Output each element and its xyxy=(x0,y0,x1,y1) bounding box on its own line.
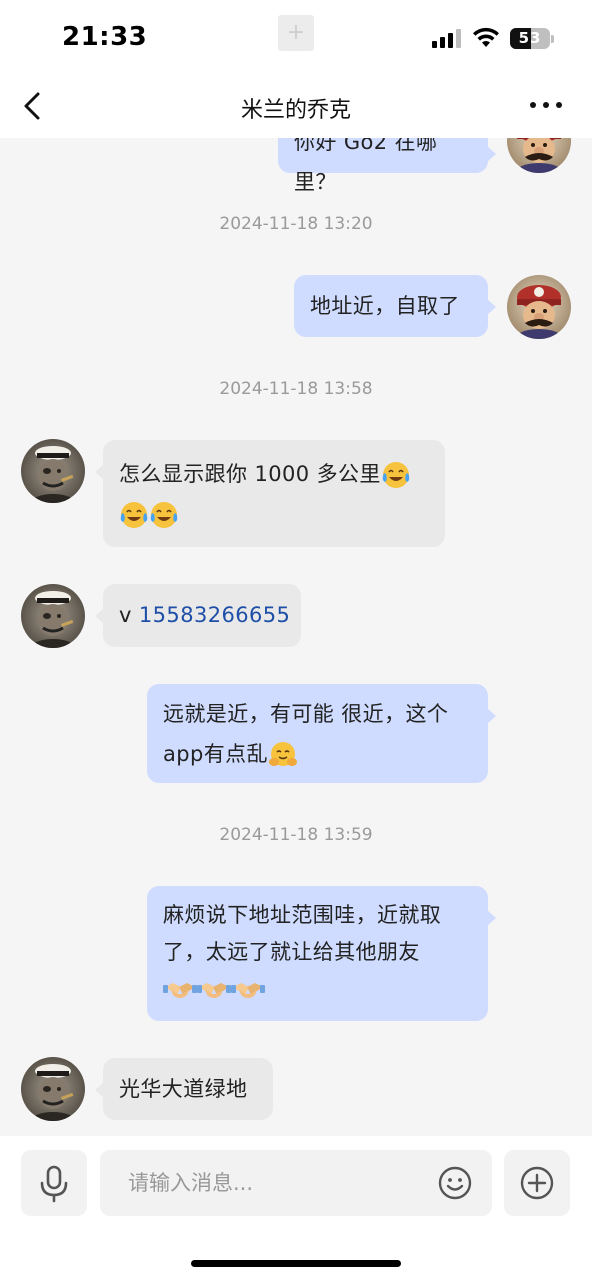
message-text: 远就是近，有可能 很近，这个 xyxy=(163,702,449,726)
message-bubble[interactable]: 远就是近，有可能 很近，这个 app有点乱 xyxy=(147,684,496,783)
self-avatar[interactable] xyxy=(507,138,571,173)
message-bubble[interactable]: 光华大道绿地 xyxy=(95,1058,273,1120)
crying-laughing-emoji-icon xyxy=(119,500,149,530)
wifi-icon xyxy=(473,27,499,47)
handshake-emoji-icon xyxy=(197,975,231,1005)
message-text: 地址近，自取了 xyxy=(310,294,460,318)
home-indicator xyxy=(191,1260,401,1267)
input-bar xyxy=(0,1136,592,1280)
chat-scroll-area[interactable]: 你好 Go2 在哪里？ 2024-11-18 13:20 地址近，自取了 202… xyxy=(0,138,592,1136)
contact-avatar[interactable] xyxy=(21,584,85,648)
battery-cap xyxy=(551,35,554,43)
message-timestamp: 2024-11-18 13:58 xyxy=(219,379,373,399)
message-bubble[interactable]: 怎么显示跟你 1000 多公里 xyxy=(95,440,445,547)
more-dots-icon[interactable] xyxy=(526,92,566,116)
battery-percent: 53 xyxy=(518,29,542,47)
battery-icon: 53 xyxy=(510,28,550,49)
message-text: 光华大道绿地 xyxy=(119,1077,248,1101)
add-attachment-button[interactable] xyxy=(504,1150,570,1216)
message-bubble[interactable]: 麻烦说下地址范围哇，近就取 了，太远了就让给其他朋友 xyxy=(147,886,496,1021)
chat-header: 米兰的乔克 xyxy=(0,78,592,138)
message-text: 了，太远了就让给其他朋友 xyxy=(163,940,420,964)
status-time: 21:33 xyxy=(62,22,148,52)
floating-plus-icon[interactable]: + xyxy=(278,15,314,51)
microphone-icon xyxy=(40,1165,68,1203)
message-text: 怎么显示跟你 1000 多公里 xyxy=(119,462,381,486)
message-text: 麻烦说下地址范围哇，近就取 xyxy=(163,903,442,927)
crying-laughing-emoji-icon xyxy=(149,500,179,530)
message-timestamp: 2024-11-18 13:20 xyxy=(219,214,373,234)
message-bubble[interactable]: 地址近，自取了 xyxy=(294,275,496,337)
status-bar: 21:33 + 53 xyxy=(0,0,592,78)
message-timestamp: 2024-11-18 13:59 xyxy=(219,825,373,845)
contact-avatar[interactable] xyxy=(21,439,85,503)
cellular-signal-icon xyxy=(432,28,462,48)
handshake-emoji-icon xyxy=(231,975,265,1005)
message-text: app有点乱 xyxy=(163,742,268,766)
phone-number-link[interactable]: 15583266655 xyxy=(139,603,290,627)
self-avatar[interactable] xyxy=(507,275,571,339)
handshake-emoji-icon xyxy=(163,975,197,1005)
crying-laughing-emoji-icon xyxy=(381,460,411,490)
message-input[interactable] xyxy=(100,1150,492,1216)
chat-title: 米兰的乔克 xyxy=(240,98,351,123)
message-bubble[interactable]: v 15583266655 xyxy=(95,584,301,647)
message-bubble[interactable]: 你好 Go2 在哪里？ xyxy=(278,138,496,194)
hugging-emoji-icon xyxy=(268,740,298,770)
plus-circle-icon xyxy=(520,1166,554,1200)
message-prefix: v xyxy=(119,603,139,627)
contact-avatar[interactable] xyxy=(21,1057,85,1121)
voice-input-button[interactable] xyxy=(21,1150,87,1216)
message-text: 你好 Go2 在哪里？ xyxy=(294,138,438,194)
emoji-picker-icon[interactable] xyxy=(436,1164,474,1202)
